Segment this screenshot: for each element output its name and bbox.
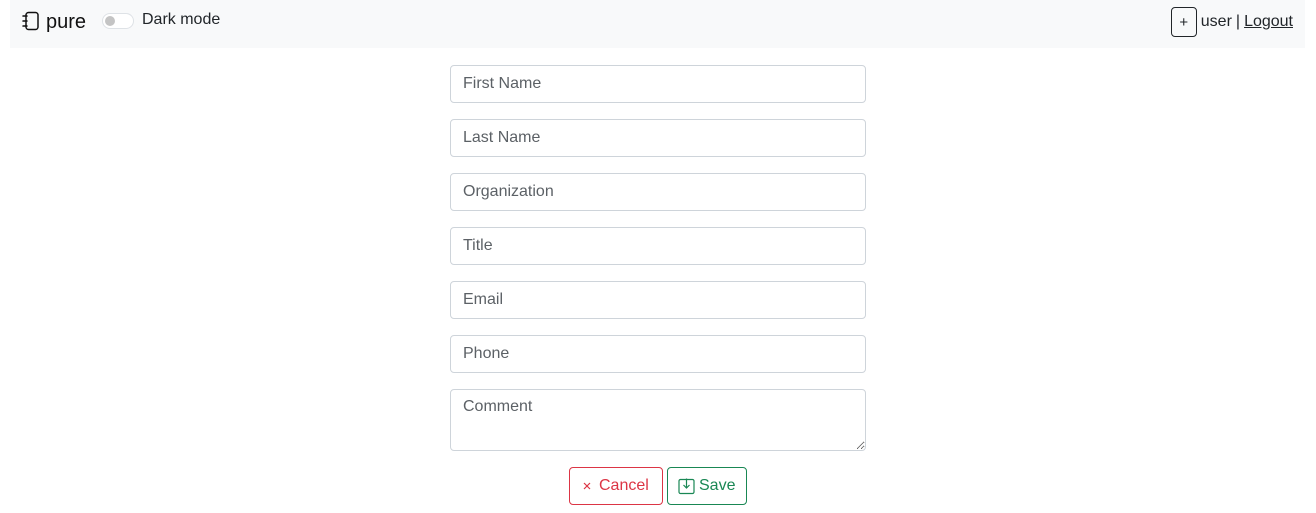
comment-textarea[interactable]	[450, 389, 866, 451]
cancel-button[interactable]: Cancel	[569, 467, 663, 505]
dark-mode-toggle[interactable]	[102, 13, 134, 29]
first-name-input[interactable]	[450, 65, 866, 103]
logout-link[interactable]: Logout	[1244, 13, 1293, 31]
organization-input[interactable]	[450, 173, 866, 211]
add-button[interactable]: +	[1170, 7, 1197, 37]
form-actions: Cancel Save	[450, 467, 866, 505]
close-icon	[582, 481, 592, 491]
contact-form: Cancel Save	[450, 65, 866, 505]
toggle-knob	[105, 16, 115, 26]
save-label: Save	[699, 477, 736, 494]
nav-separator: |	[1235, 13, 1241, 30]
dark-mode-label: Dark mode	[142, 11, 221, 28]
journal-icon	[22, 11, 40, 31]
user-nav: + user | Logout	[1170, 7, 1293, 37]
email-input[interactable]	[450, 281, 866, 319]
brand-link[interactable]: pure	[22, 9, 86, 33]
title-input[interactable]	[450, 227, 866, 265]
username: user	[1200, 13, 1232, 30]
save-button[interactable]: Save	[667, 467, 747, 505]
brand-name: pure	[46, 10, 87, 33]
navbar: pure Dark mode + user | Logout	[10, 0, 1305, 48]
last-name-input[interactable]	[450, 119, 866, 157]
save-icon	[678, 478, 695, 495]
phone-input[interactable]	[450, 335, 866, 373]
cancel-label: Cancel	[599, 477, 649, 494]
